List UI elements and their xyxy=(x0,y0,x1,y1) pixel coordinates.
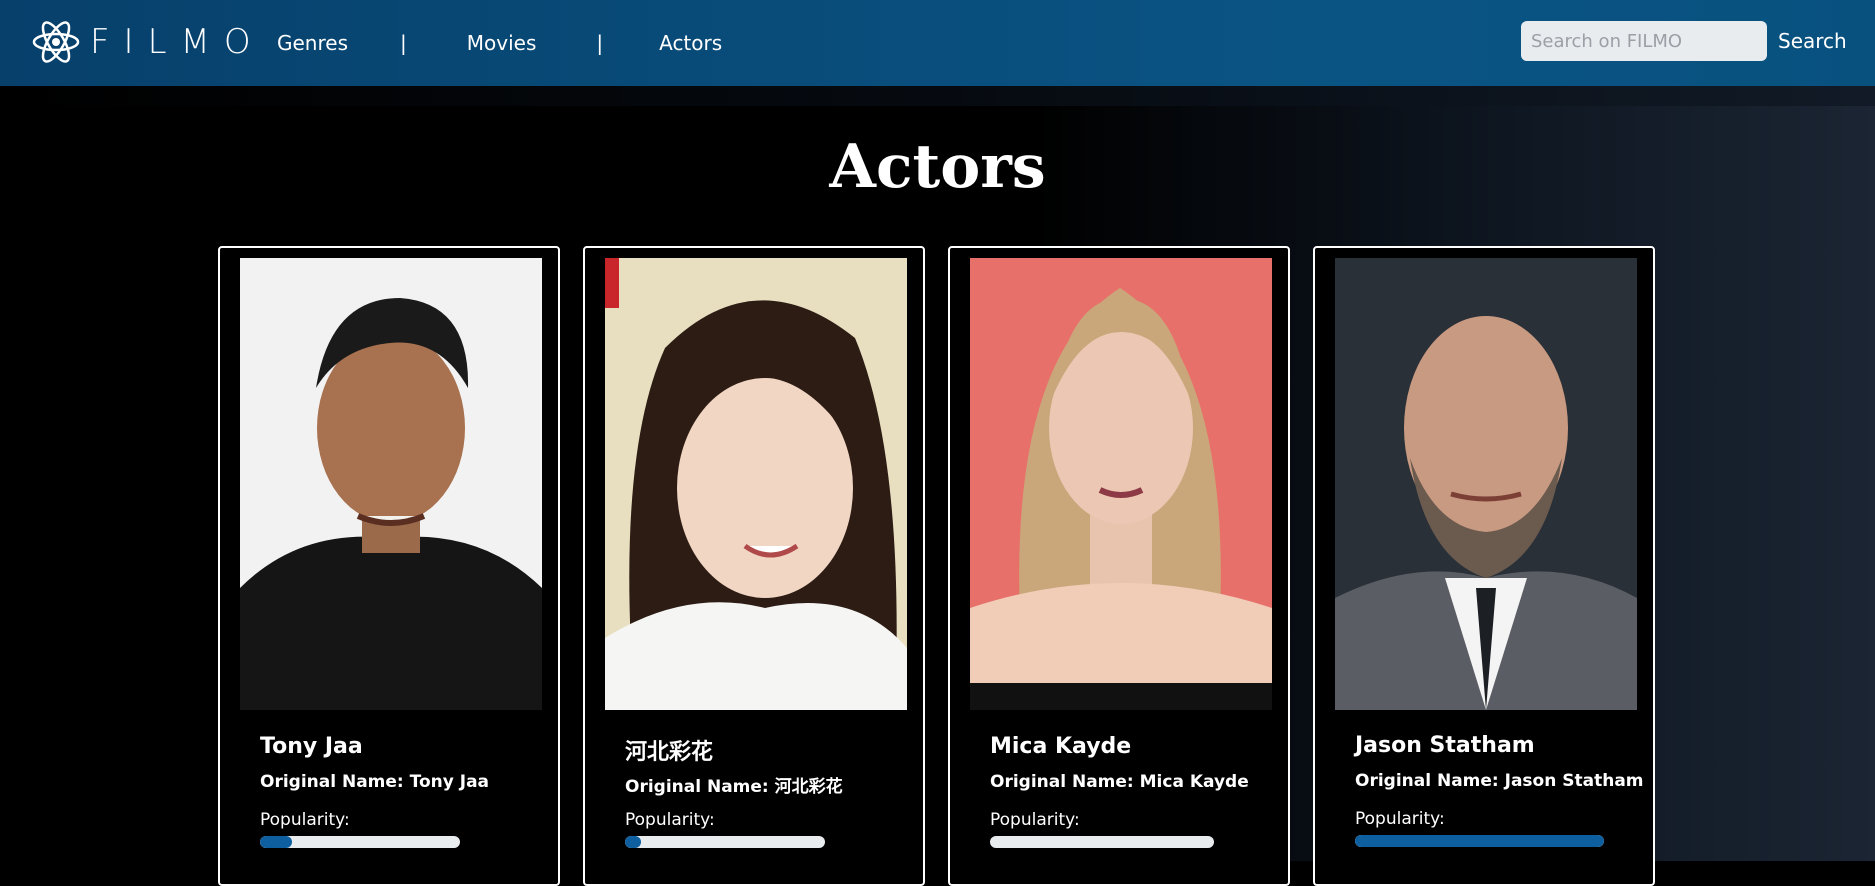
nav-link-genres[interactable]: Genres xyxy=(277,31,348,55)
main-content: Actors Tony Jaa Original Name: Tony Jaa … xyxy=(0,86,1875,886)
atom-icon xyxy=(32,21,80,63)
popularity-label: Popularity: xyxy=(990,810,1080,830)
actor-original-name: Original Name: Tony Jaa xyxy=(260,772,490,792)
brand-name: FILMO xyxy=(90,22,265,62)
search-button[interactable]: Search xyxy=(1778,29,1847,53)
nav-links: Genres | Movies | Actors xyxy=(277,0,722,86)
brand-logo[interactable]: FILMO xyxy=(32,16,265,68)
actor-name[interactable]: 河北彩花 xyxy=(625,734,713,766)
popularity-bar xyxy=(625,836,825,848)
actor-card[interactable]: Tony Jaa Original Name: Tony Jaa Popular… xyxy=(218,246,560,886)
actor-name[interactable]: Tony Jaa xyxy=(260,734,363,759)
popularity-bar xyxy=(260,836,460,848)
popularity-fill xyxy=(625,836,641,848)
actor-portrait-icon xyxy=(240,258,542,710)
nav-separator: | xyxy=(596,31,604,55)
search-input[interactable] xyxy=(1521,21,1767,61)
actor-name[interactable]: Mica Kayde xyxy=(990,734,1131,759)
actor-portrait-icon xyxy=(1335,258,1637,710)
nav-link-actors[interactable]: Actors xyxy=(659,31,722,55)
actor-card[interactable]: Jason Statham Original Name: Jason Stath… xyxy=(1313,246,1655,886)
actor-photo[interactable] xyxy=(970,258,1272,710)
actor-original-name: Original Name: Mica Kayde xyxy=(990,772,1249,792)
page-title: Actors xyxy=(829,132,1046,202)
popularity-label: Popularity: xyxy=(625,810,715,830)
actor-photo[interactable] xyxy=(240,258,542,710)
actor-original-name: Original Name: 河北彩花 xyxy=(625,777,843,797)
actor-name[interactable]: Jason Statham xyxy=(1355,733,1535,758)
actor-portrait-icon xyxy=(970,258,1272,710)
popularity-bar xyxy=(1355,835,1604,847)
actor-photo[interactable] xyxy=(605,258,907,710)
popularity-label: Popularity: xyxy=(260,810,350,830)
nav-link-movies[interactable]: Movies xyxy=(467,31,537,55)
nav-separator: | xyxy=(400,31,407,55)
actor-original-name: Original Name: Jason Statham xyxy=(1355,771,1644,791)
actor-photo[interactable] xyxy=(1335,258,1637,710)
actor-card[interactable]: Mica Kayde Original Name: Mica Kayde Pop… xyxy=(948,246,1290,886)
popularity-bar xyxy=(990,836,1214,848)
popularity-fill xyxy=(1355,835,1604,847)
popularity-fill xyxy=(260,836,292,848)
content-top-band xyxy=(0,86,1875,106)
actor-card[interactable]: 河北彩花 Original Name: 河北彩花 Popularity: xyxy=(583,246,925,886)
top-navbar: FILMO Genres | Movies | Actors Search xyxy=(0,0,1875,86)
popularity-label: Popularity: xyxy=(1355,809,1445,829)
actor-portrait-icon xyxy=(605,258,907,710)
